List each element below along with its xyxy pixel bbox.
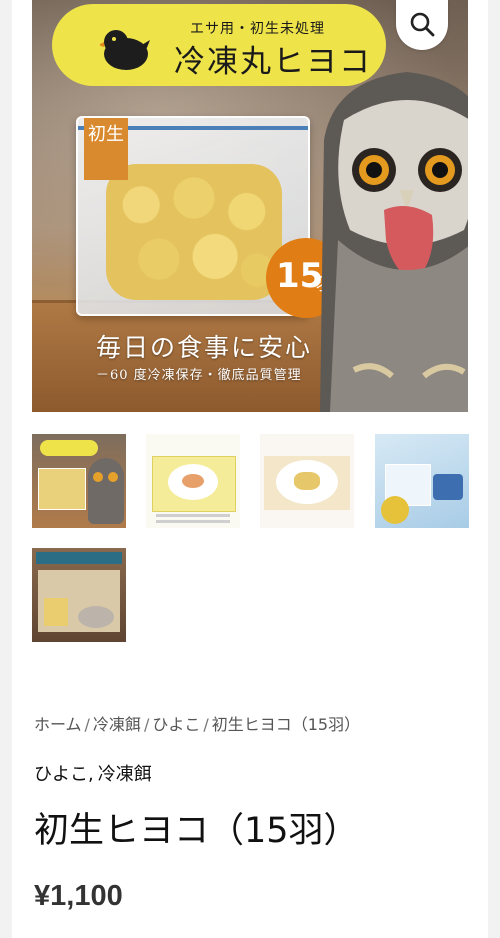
thumb-bag bbox=[38, 468, 86, 510]
product-price: ¥1,100 bbox=[34, 880, 123, 912]
breadcrumb-separator: / bbox=[203, 715, 209, 734]
owl-illustration bbox=[320, 72, 468, 412]
thumb-text-line bbox=[156, 514, 230, 517]
thumb-thermometer bbox=[433, 474, 463, 500]
thumbnail-5[interactable] bbox=[32, 548, 126, 642]
product-title: 初生ヒヨコ（15羽） bbox=[34, 811, 359, 851]
thumb-plate bbox=[168, 464, 218, 500]
breadcrumb-separator: / bbox=[84, 715, 90, 734]
bag-contents bbox=[106, 164, 282, 300]
product-main-image[interactable]: エサ用・初生未処理 冷凍丸ヒヨコ 初生 15 羽 毎日の食事に安心 －60 度冷… bbox=[32, 0, 468, 412]
thumb-text-line bbox=[156, 520, 230, 523]
category-separator: , bbox=[88, 764, 94, 785]
thumb-header bbox=[36, 552, 122, 564]
breadcrumb-chick[interactable]: ひよこ bbox=[152, 715, 200, 734]
image-subtitle: エサ用・初生未処理 bbox=[190, 21, 325, 37]
zoom-button[interactable] bbox=[396, 0, 448, 50]
thumbnail-1[interactable] bbox=[32, 434, 126, 528]
image-caption: 毎日の食事に安心 bbox=[96, 333, 313, 362]
thumbnail-3[interactable] bbox=[260, 434, 354, 528]
search-icon bbox=[410, 12, 435, 37]
category-link-chick[interactable]: ひよこ bbox=[34, 764, 88, 785]
breadcrumb: ホーム / 冷凍餌 / ひよこ / 初生ヒヨコ（15羽） bbox=[34, 711, 360, 735]
thumb-plate bbox=[276, 460, 338, 504]
image-subcaption: －60 度冷凍保存・徹底品質管理 bbox=[96, 368, 302, 383]
chick-logo-icon bbox=[100, 30, 150, 70]
breadcrumb-home[interactable]: ホーム bbox=[34, 715, 82, 734]
thumb-owl bbox=[88, 458, 124, 524]
breadcrumb-frozen-feed[interactable]: 冷凍餌 bbox=[93, 715, 141, 734]
breadcrumb-current: 初生ヒヨコ（15羽） bbox=[211, 715, 361, 734]
bag-label: 初生 bbox=[84, 118, 128, 180]
thumbnail-4[interactable] bbox=[375, 434, 469, 528]
category-link-frozen-feed[interactable]: 冷凍餌 bbox=[98, 764, 152, 785]
thumb-quality-badge bbox=[381, 496, 409, 524]
product-categories: ひよこ, 冷凍餌 bbox=[34, 760, 152, 786]
breadcrumb-separator: / bbox=[143, 715, 150, 734]
thumbnail-2[interactable] bbox=[146, 434, 240, 528]
thumb-panel bbox=[38, 570, 120, 632]
thumb-banner bbox=[40, 440, 98, 456]
